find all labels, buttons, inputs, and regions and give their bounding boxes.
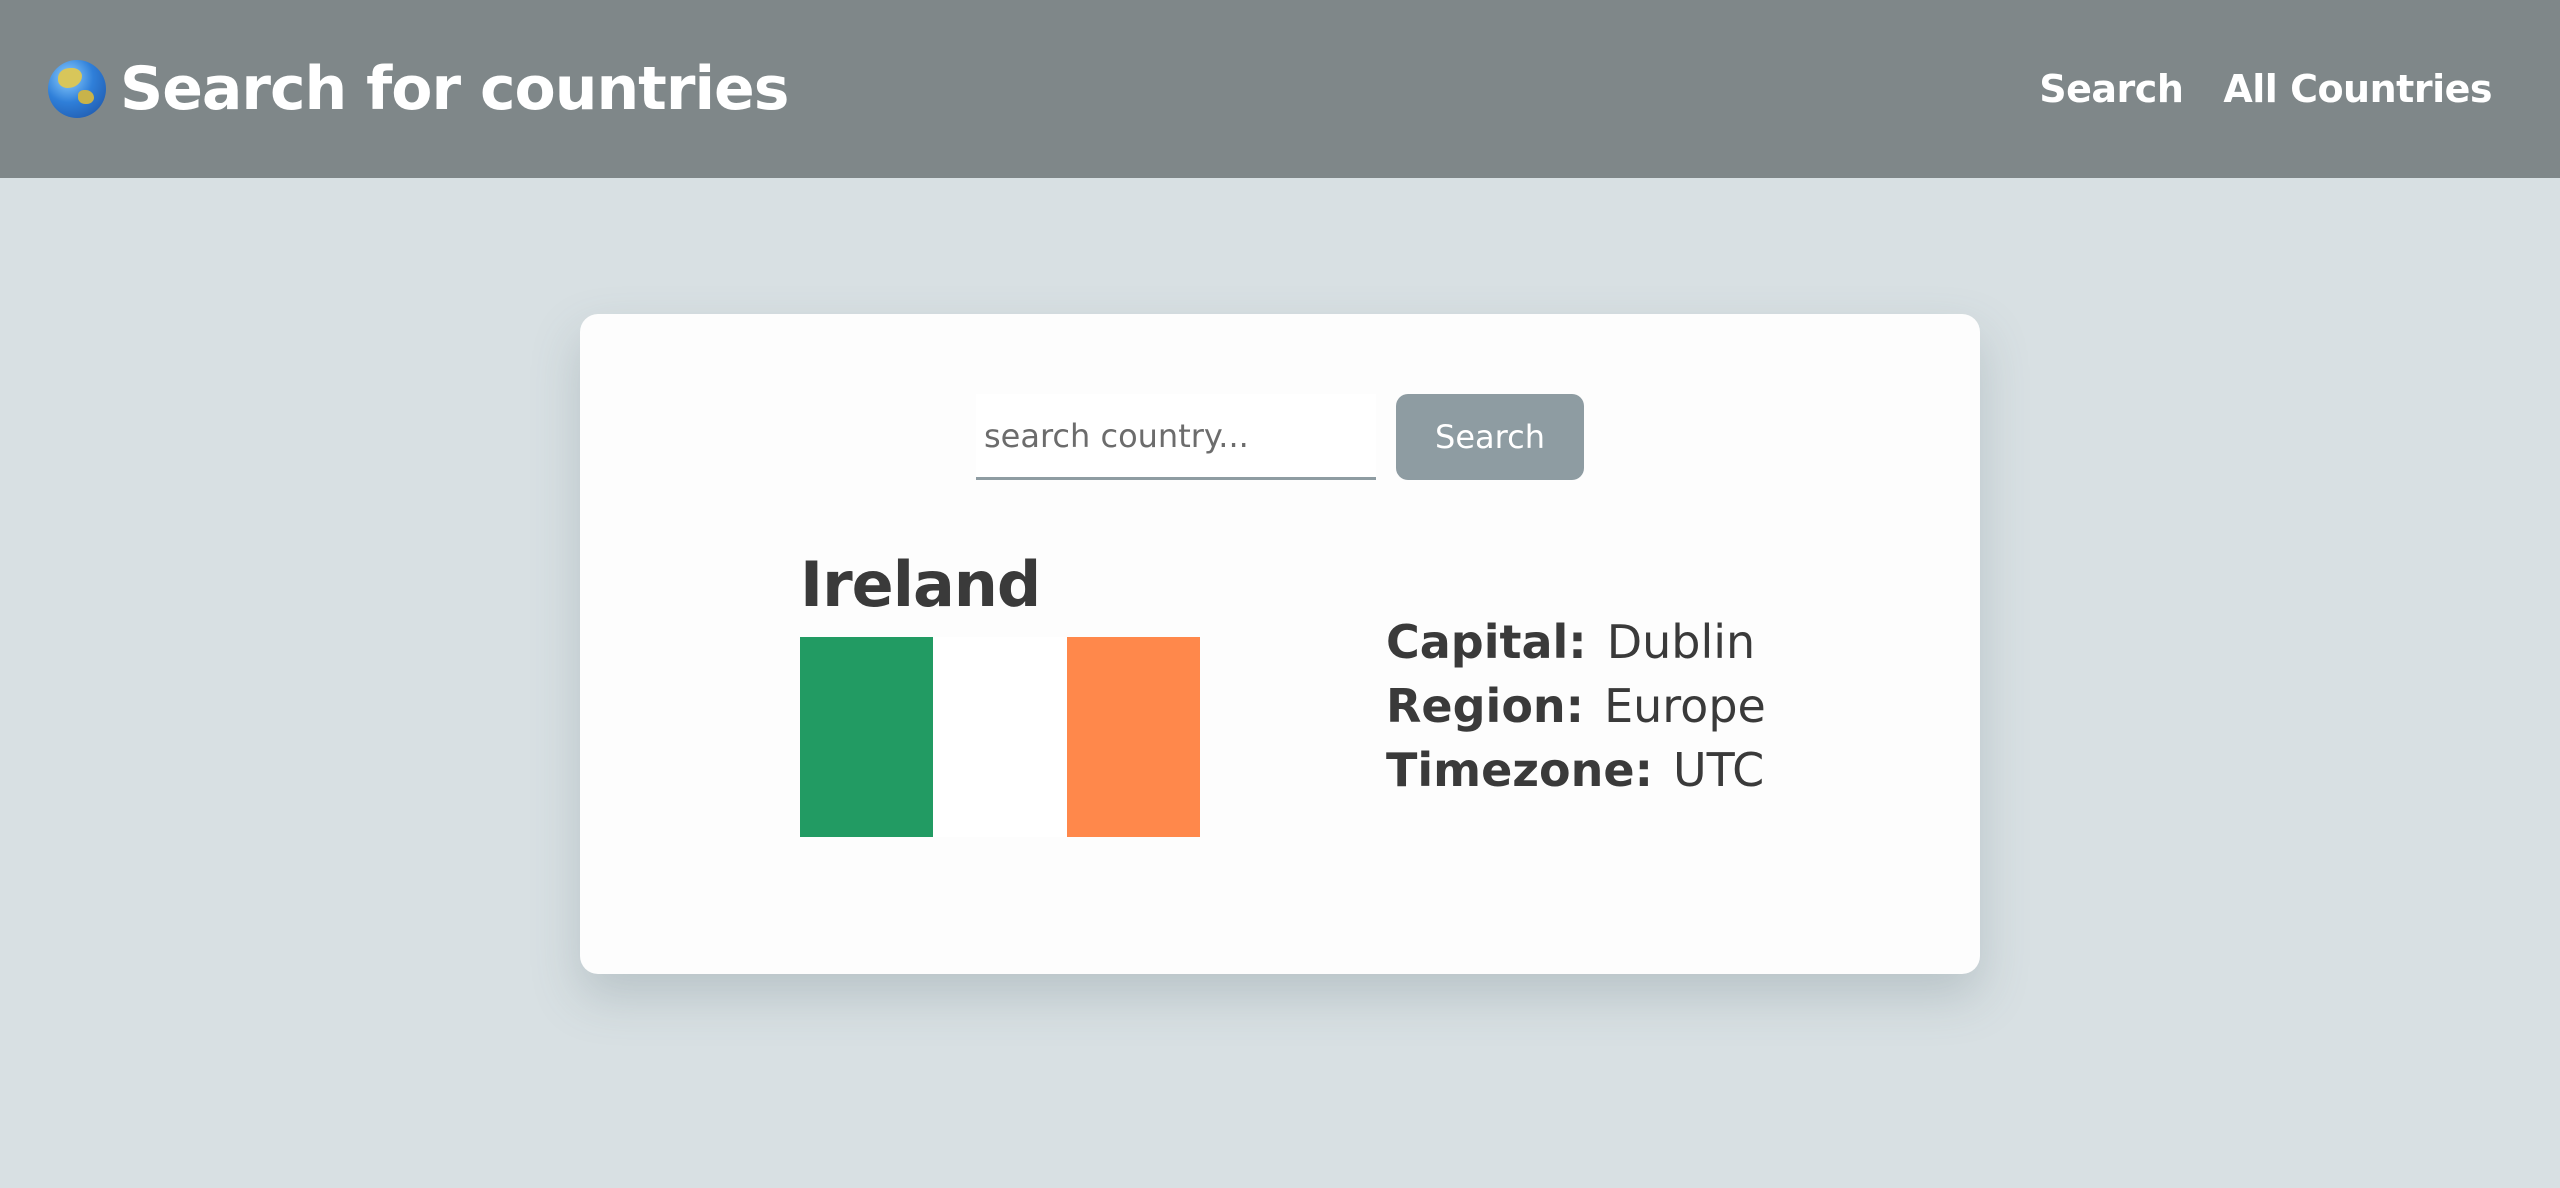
nav-search-link[interactable]: Search	[2039, 67, 2184, 111]
app-header: Search for countries Search All Countrie…	[0, 0, 2560, 178]
app-title: Search for countries	[120, 54, 789, 124]
country-name: Ireland	[800, 548, 1041, 621]
detail-timezone: Timezone: UTC	[1386, 738, 1766, 802]
country-flag	[800, 637, 1200, 837]
detail-value: Dublin	[1606, 615, 1756, 669]
detail-capital: Capital: Dublin	[1386, 610, 1766, 674]
detail-label: Timezone:	[1386, 743, 1653, 797]
search-form: Search	[976, 394, 1584, 480]
detail-value: UTC	[1673, 743, 1765, 797]
flag-stripe-orange	[1066, 637, 1200, 837]
country-card: Search Ireland Capital: Dublin Region: Eur…	[580, 314, 1980, 974]
search-button[interactable]: Search	[1396, 394, 1584, 480]
detail-label: Capital:	[1386, 615, 1587, 669]
detail-region: Region: Europe	[1386, 674, 1766, 738]
search-country-input[interactable]	[976, 394, 1376, 480]
detail-value: Europe	[1604, 679, 1766, 733]
brand: Search for countries	[48, 54, 789, 124]
flag-stripe-white	[933, 637, 1067, 837]
detail-label: Region:	[1386, 679, 1585, 733]
flag-stripe-green	[800, 637, 934, 837]
country-details: Capital: Dublin Region: Europe Timezone: UT…	[1386, 610, 1766, 802]
nav-all-countries-link[interactable]: All Countries	[2223, 67, 2492, 111]
main-nav: Search All Countries	[2039, 67, 2492, 111]
globe-icon	[48, 60, 106, 118]
